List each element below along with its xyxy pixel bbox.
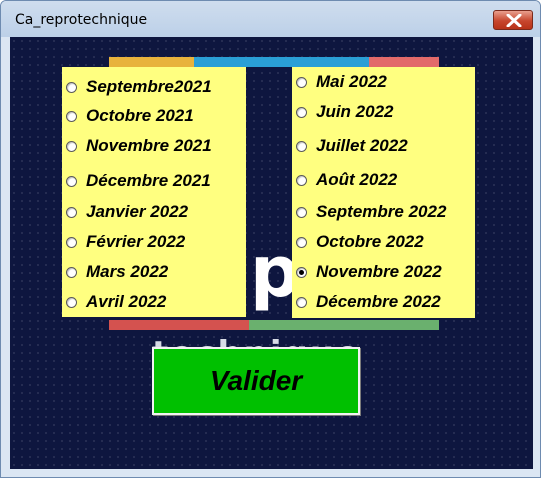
- month-option[interactable]: Juin 2022: [292, 99, 475, 125]
- radio-button[interactable]: [296, 76, 307, 88]
- month-option[interactable]: Février 2022: [62, 229, 246, 255]
- month-option[interactable]: Août 2022: [292, 167, 475, 193]
- month-option[interactable]: Septembre2021: [62, 74, 246, 100]
- logo-stripe: [194, 57, 369, 67]
- close-x-icon: [506, 14, 522, 27]
- month-option[interactable]: Septembre 2022: [292, 199, 475, 225]
- radio-button[interactable]: [66, 206, 77, 218]
- logo-stripe: [249, 320, 439, 330]
- month-option[interactable]: Janvier 2022: [62, 199, 246, 225]
- radio-button[interactable]: [296, 106, 307, 118]
- month-option[interactable]: Décembre 2022: [292, 289, 475, 315]
- radio-button[interactable]: [296, 296, 307, 308]
- option-label: Février 2022: [86, 232, 186, 251]
- title-bar[interactable]: Ca_reprotechnique: [1, 1, 540, 37]
- option-label: Mai 2022: [316, 72, 387, 91]
- option-label: Mars 2022: [86, 262, 169, 281]
- close-button[interactable]: [493, 10, 533, 30]
- dialog-window: Ca_reprotechnique p technique Septembre2…: [0, 0, 541, 478]
- option-label: Octobre 2021: [86, 106, 194, 125]
- option-label: Avril 2022: [86, 292, 167, 311]
- option-label: Septembre2021: [86, 77, 212, 96]
- month-option[interactable]: Décembre 2021: [62, 168, 246, 194]
- month-option[interactable]: Mai 2022: [292, 69, 475, 95]
- option-label: Août 2022: [316, 170, 398, 189]
- radio-button[interactable]: [66, 110, 77, 122]
- radio-button[interactable]: [66, 140, 77, 152]
- radio-button[interactable]: [296, 236, 307, 248]
- option-label: Janvier 2022: [86, 202, 189, 221]
- logo-stripe: [109, 320, 249, 330]
- month-option[interactable]: Octobre 2022: [292, 229, 475, 255]
- month-option[interactable]: Novembre 2022: [292, 259, 475, 285]
- radio-button-selected[interactable]: [296, 266, 307, 278]
- radio-button[interactable]: [66, 236, 77, 248]
- option-label: Octobre 2022: [316, 232, 424, 251]
- radio-button[interactable]: [66, 266, 77, 278]
- month-option[interactable]: Avril 2022: [62, 289, 246, 315]
- month-option[interactable]: Juillet 2022: [292, 133, 475, 159]
- option-label: Décembre 2021: [86, 171, 211, 190]
- right-option-panel: Mai 2022 Juin 2022 Juillet 2022 Août 202…: [292, 67, 475, 318]
- option-label: Novembre 2021: [86, 136, 212, 155]
- logo-stripe: [109, 57, 194, 67]
- option-label: Juillet 2022: [316, 136, 408, 155]
- radio-button[interactable]: [296, 140, 307, 152]
- option-label: Décembre 2022: [316, 292, 441, 311]
- radio-button[interactable]: [66, 81, 77, 93]
- radio-button[interactable]: [66, 175, 77, 187]
- radio-button[interactable]: [296, 206, 307, 218]
- radio-button[interactable]: [66, 296, 77, 308]
- month-option[interactable]: Octobre 2021: [62, 103, 246, 129]
- logo-stripe: [369, 57, 439, 67]
- radio-button[interactable]: [296, 174, 307, 186]
- window-title: Ca_reprotechnique: [15, 12, 148, 28]
- month-option[interactable]: Novembre 2021: [62, 133, 246, 159]
- option-label: Septembre 2022: [316, 202, 447, 221]
- valider-button[interactable]: Valider: [152, 347, 360, 415]
- left-option-panel: Septembre2021 Octobre 2021 Novembre 2021…: [62, 67, 246, 317]
- option-label: Juin 2022: [316, 102, 394, 121]
- month-option[interactable]: Mars 2022: [62, 259, 246, 285]
- option-label: Novembre 2022: [316, 262, 442, 281]
- form-client-area: p technique Septembre2021 Octobre 2021 N…: [10, 37, 533, 469]
